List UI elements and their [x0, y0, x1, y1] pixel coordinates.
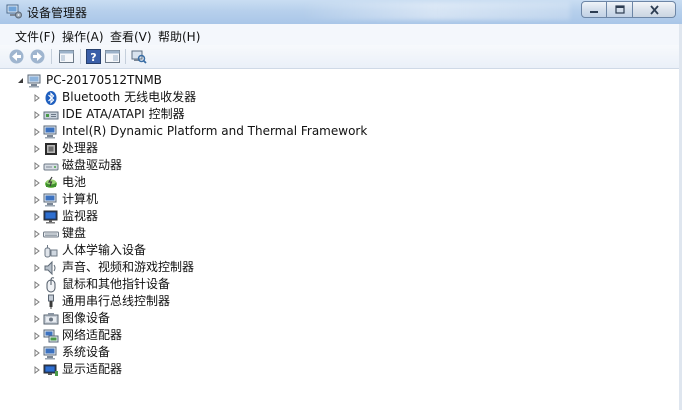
collapsed-arrow-icon[interactable]: [33, 145, 41, 153]
network-adapter-icon: [43, 329, 59, 343]
bluetooth-icon: [45, 91, 57, 105]
tree-item-label: 磁盘驱动器: [62, 158, 123, 172]
ide-controller-icon: [43, 111, 59, 120]
tree-item-label: Bluetooth 无线电收发器: [62, 90, 197, 104]
hid-icon: [44, 245, 58, 258]
battery-icon: [45, 176, 57, 188]
device-tree: PC-20170512TNMB Bluetooth 无线电收发器 IDE ATA…: [0, 69, 682, 410]
tree-item[interactable]: 磁盘驱动器: [0, 157, 682, 174]
tree-item[interactable]: 处理器: [0, 140, 682, 157]
processor-icon: [45, 143, 57, 155]
collapsed-arrow-icon[interactable]: [33, 315, 41, 323]
tree-item[interactable]: 通用串行总线控制器: [0, 293, 682, 310]
tree-item-label: 人体学输入设备: [62, 243, 147, 257]
collapsed-arrow-icon[interactable]: [33, 247, 41, 255]
display-adapter-icon: [43, 364, 58, 376]
svg-text:?: ?: [90, 51, 96, 64]
keyboard-icon: [43, 231, 59, 238]
collapsed-arrow-icon[interactable]: [33, 196, 41, 204]
tree-item-label: 监视器: [62, 209, 99, 223]
tree-item[interactable]: Intel(R) Dynamic Platform and Thermal Fr…: [0, 123, 682, 140]
window-title: 设备管理器: [27, 6, 88, 20]
collapsed-arrow-icon[interactable]: [33, 111, 41, 119]
tree-item[interactable]: 显示适配器: [0, 361, 682, 378]
collapsed-arrow-icon[interactable]: [33, 349, 41, 357]
close-icon: [649, 4, 659, 15]
minimize-icon: [590, 10, 598, 13]
mouse-icon: [46, 277, 56, 293]
toolbar: ?: [0, 45, 682, 69]
menu-help[interactable]: 帮助(H): [158, 28, 200, 45]
tree-item-label: 键盘: [62, 226, 87, 240]
tree-item[interactable]: Bluetooth 无线电收发器: [0, 89, 682, 106]
collapsed-arrow-icon[interactable]: [33, 128, 41, 136]
help-icon[interactable]: ?: [85, 48, 102, 65]
collapsed-arrow-icon[interactable]: [33, 230, 41, 238]
tree-item-label: 声音、视频和游戏控制器: [62, 260, 195, 274]
tree-item-label: 网络适配器: [62, 328, 123, 342]
collapsed-arrow-icon[interactable]: [33, 179, 41, 187]
tree-item[interactable]: 声音、视频和游戏控制器: [0, 259, 682, 276]
menu-file[interactable]: 文件(F): [15, 28, 55, 45]
tree-item[interactable]: 鼠标和其他指针设备: [0, 276, 682, 293]
computer-icon: [43, 193, 57, 207]
tree-item-label: 处理器: [62, 141, 99, 155]
title-bar[interactable]: 设备管理器: [0, 0, 682, 24]
scan-hardware-icon[interactable]: [130, 48, 147, 65]
root-computer-name: PC-20170512TNMB: [46, 73, 162, 87]
camera-icon: [43, 313, 59, 325]
menu-action[interactable]: 操作(A): [62, 28, 104, 45]
tree-root[interactable]: PC-20170512TNMB: [0, 72, 682, 89]
close-button[interactable]: [633, 1, 676, 18]
tree-item-label: 图像设备: [62, 311, 111, 325]
menu-view[interactable]: 查看(V): [110, 28, 152, 45]
tree-item[interactable]: 监视器: [0, 208, 682, 225]
forward-arrow-icon[interactable]: [29, 48, 46, 65]
usb-icon: [48, 294, 54, 309]
expanded-arrow-icon[interactable]: [17, 77, 25, 85]
properties-icon[interactable]: [104, 48, 121, 65]
collapsed-arrow-icon[interactable]: [33, 298, 41, 306]
console-tree-icon[interactable]: [58, 48, 75, 65]
collapsed-arrow-icon[interactable]: [33, 94, 41, 102]
collapsed-arrow-icon[interactable]: [33, 332, 41, 340]
tree-item[interactable]: 键盘: [0, 225, 682, 242]
tree-item-label: IDE ATA/ATAPI 控制器: [62, 107, 185, 121]
tree-item-label: Intel(R) Dynamic Platform and Thermal Fr…: [62, 124, 368, 138]
tree-item-label: 显示适配器: [62, 362, 123, 376]
device-manager-window: 设备管理器 文件(F) 操作(A) 查看(V) 帮助(H) ? PC-20170…: [0, 0, 682, 410]
tree-item-label: 鼠标和其他指针设备: [62, 277, 171, 291]
maximize-icon: [614, 5, 625, 14]
minimize-button[interactable]: [581, 1, 607, 18]
computer-icon: [43, 125, 57, 139]
tree-item[interactable]: 系统设备: [0, 344, 682, 361]
maximize-button[interactable]: [607, 1, 633, 18]
sound-icon: [44, 260, 56, 276]
tree-item[interactable]: IDE ATA/ATAPI 控制器: [0, 106, 682, 123]
system-device-icon: [43, 346, 57, 360]
back-arrow-icon[interactable]: [8, 48, 25, 65]
tree-item-label: 电池: [62, 175, 87, 189]
tree-item-label: 通用串行总线控制器: [62, 294, 171, 308]
tree-item[interactable]: 人体学输入设备: [0, 242, 682, 259]
collapsed-arrow-icon[interactable]: [33, 162, 41, 170]
computer-icon: [27, 74, 41, 88]
tree-item-label: 系统设备: [62, 345, 111, 359]
tree-item[interactable]: 电池: [0, 174, 682, 191]
collapsed-arrow-icon[interactable]: [33, 213, 41, 221]
collapsed-arrow-icon[interactable]: [33, 264, 41, 272]
tree-item[interactable]: 计算机: [0, 191, 682, 208]
monitor-icon: [43, 210, 58, 224]
collapsed-arrow-icon[interactable]: [33, 366, 41, 374]
window-controls: [581, 1, 676, 18]
collapsed-arrow-icon[interactable]: [33, 281, 41, 289]
disk-drive-icon: [43, 163, 59, 171]
device-manager-icon: [6, 4, 22, 19]
tree-item-label: 计算机: [62, 192, 99, 206]
tree-item[interactable]: 网络适配器: [0, 327, 682, 344]
menu-bar: 文件(F) 操作(A) 查看(V) 帮助(H): [0, 24, 682, 46]
tree-item[interactable]: 图像设备: [0, 310, 682, 327]
